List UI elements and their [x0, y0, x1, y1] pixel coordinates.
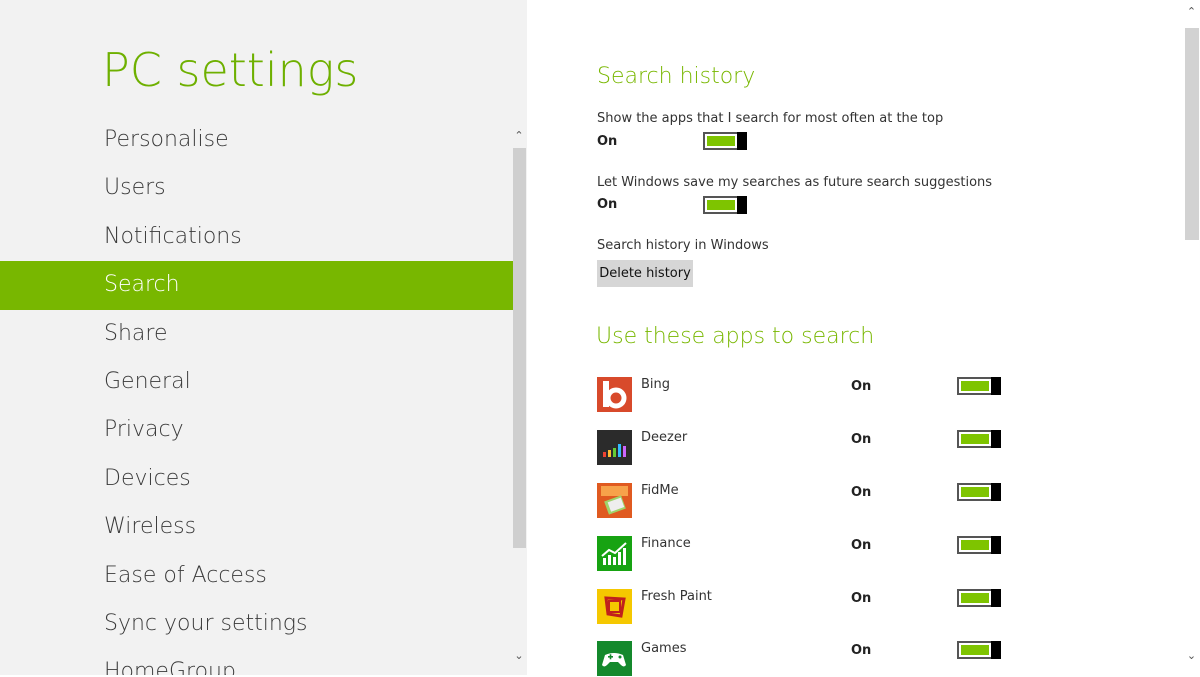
app-row-games: Games On: [597, 641, 1017, 677]
search-history-heading: Search history: [597, 64, 756, 89]
games-icon: [597, 641, 632, 676]
save-searches-toggle[interactable]: [703, 196, 747, 214]
app-state: On: [851, 591, 872, 606]
app-name: Games: [641, 641, 687, 656]
toggle-thumb: [991, 536, 1001, 554]
nav-item-devices[interactable]: Devices: [0, 455, 513, 503]
use-apps-heading: Use these apps to search: [596, 324, 875, 349]
fresh-paint-toggle[interactable]: [957, 589, 1001, 607]
nav-item-homegroup[interactable]: HomeGroup: [0, 648, 513, 675]
chevron-up-icon[interactable]: ⌃: [1183, 4, 1200, 20]
content-scrollbar[interactable]: ⌃ ⌄: [1183, 0, 1200, 675]
chevron-down-icon[interactable]: ⌄: [1183, 648, 1200, 664]
app-row-deezer: Deezer On: [597, 430, 1017, 466]
toggle-fill: [961, 645, 989, 655]
toggle-fill: [961, 381, 989, 391]
app-state: On: [851, 379, 872, 394]
settings-navigation-pane: PC settings Personalise Users Notificati…: [0, 0, 527, 675]
app-name: Fresh Paint: [641, 589, 712, 604]
fidme-icon: [597, 483, 632, 518]
nav-scrollbar[interactable]: ⌃ ⌄: [511, 126, 527, 665]
show-apps-toggle[interactable]: [703, 132, 747, 150]
app-name: FidMe: [641, 483, 679, 498]
content-scrollbar-thumb[interactable]: [1185, 28, 1199, 240]
toggle-fill: [961, 593, 989, 603]
chevron-down-icon[interactable]: ⌄: [511, 648, 527, 664]
nav-item-general[interactable]: General: [0, 358, 513, 406]
deezer-icon: [597, 430, 632, 465]
search-settings-pane: Search history Show the apps that I sear…: [527, 0, 1200, 677]
search-history-label: Search history in Windows: [597, 238, 769, 253]
toggle-fill: [707, 200, 735, 210]
app-row-fidme: FidMe On: [597, 483, 1017, 519]
toggle-thumb: [737, 132, 747, 150]
toggle-fill: [707, 136, 735, 146]
nav-scrollbar-thumb[interactable]: [513, 148, 526, 548]
bing-toggle[interactable]: [957, 377, 1001, 395]
delete-history-button[interactable]: Delete history: [597, 260, 693, 287]
save-searches-state: On: [597, 197, 618, 212]
app-state: On: [851, 538, 872, 553]
finance-toggle[interactable]: [957, 536, 1001, 554]
games-toggle[interactable]: [957, 641, 1001, 659]
app-row-fresh-paint: Fresh Paint On: [597, 589, 1017, 625]
app-state: On: [851, 432, 872, 447]
toggle-fill: [961, 540, 989, 550]
toggle-thumb: [991, 589, 1001, 607]
toggle-thumb: [991, 641, 1001, 659]
app-name: Bing: [641, 377, 671, 392]
settings-nav-list: Personalise Users Notifications Search S…: [0, 116, 513, 675]
nav-item-wireless[interactable]: Wireless: [0, 503, 513, 551]
toggle-thumb: [737, 196, 747, 214]
app-row-finance: Finance On: [597, 536, 1017, 572]
toggle-fill: [961, 487, 989, 497]
toggle-thumb: [991, 483, 1001, 501]
toggle-thumb: [991, 430, 1001, 448]
app-name: Finance: [641, 536, 691, 551]
nav-item-ease-of-access[interactable]: Ease of Access: [0, 552, 513, 600]
toggle-thumb: [991, 377, 1001, 395]
bing-icon: [597, 377, 632, 412]
nav-item-personalise[interactable]: Personalise: [0, 116, 513, 164]
app-name: Deezer: [641, 430, 688, 445]
nav-item-users[interactable]: Users: [0, 164, 513, 212]
chevron-up-icon[interactable]: ⌃: [511, 128, 527, 144]
finance-icon: [597, 536, 632, 571]
nav-item-sync-your-settings[interactable]: Sync your settings: [0, 600, 513, 648]
app-row-bing: Bing On: [597, 377, 1017, 413]
toggle-fill: [961, 434, 989, 444]
nav-item-notifications[interactable]: Notifications: [0, 213, 513, 261]
show-apps-state: On: [597, 134, 618, 149]
show-apps-label: Show the apps that I search for most oft…: [597, 111, 944, 126]
page-title: PC settings: [102, 43, 359, 97]
nav-item-search[interactable]: Search: [0, 261, 513, 310]
deezer-toggle[interactable]: [957, 430, 1001, 448]
app-state: On: [851, 485, 872, 500]
save-searches-label: Let Windows save my searches as future s…: [597, 175, 993, 190]
app-state: On: [851, 643, 872, 658]
fidme-toggle[interactable]: [957, 483, 1001, 501]
fresh-paint-icon: [597, 589, 632, 624]
nav-item-share[interactable]: Share: [0, 310, 513, 358]
nav-item-privacy[interactable]: Privacy: [0, 406, 513, 454]
